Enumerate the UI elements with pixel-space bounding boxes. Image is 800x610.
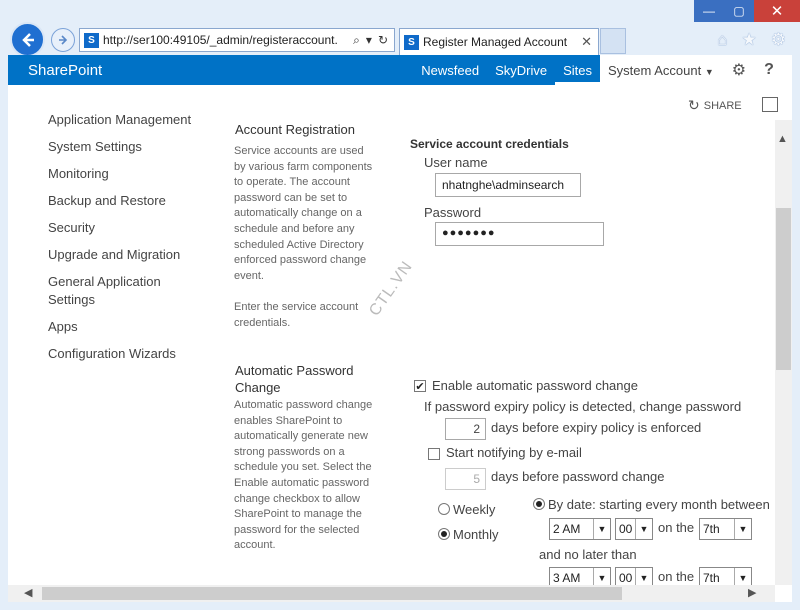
chevron-down-icon: ▼: [635, 519, 652, 539]
favorites-star-icon[interactable]: ★: [742, 30, 757, 50]
forward-button[interactable]: [51, 28, 75, 52]
scroll-up-arrow-icon[interactable]: ▲: [777, 133, 788, 145]
password-label: Password: [424, 205, 482, 220]
account-registration-heading: Account Registration: [235, 122, 355, 137]
account-name: System Account: [608, 62, 702, 78]
nav-item-apps[interactable]: Apps: [48, 318, 208, 336]
notify-days-input[interactable]: 5: [445, 468, 486, 490]
automatic-password-change-description: Automatic password change enables ShareP…: [234, 399, 373, 552]
search-icon[interactable]: ⌕: [353, 33, 360, 48]
password-input[interactable]: ●●●●●●●: [435, 222, 604, 246]
share-button[interactable]: ↻ SHARE: [688, 97, 742, 114]
days-before-expiry-text: days before expiry policy is enforced: [491, 420, 702, 435]
service-account-credentials-title: Service account credentials: [410, 137, 569, 151]
account-menu[interactable]: System Account ▼: [608, 63, 714, 78]
username-input[interactable]: nhatnghe\adminsearch: [435, 173, 581, 197]
chevron-down-icon: ▼: [593, 519, 610, 539]
weekly-label: Weekly: [453, 502, 496, 517]
by-date-label: By date: starting every month between: [548, 497, 770, 512]
monthly-radio[interactable]: [438, 528, 450, 540]
browser-toolbar: ⌂ ★ ⚙: [717, 30, 786, 50]
settings-gear-icon[interactable]: ⚙: [771, 30, 786, 50]
start-day-select[interactable]: 7th ▼: [699, 518, 752, 540]
suite-bar: SharePoint Newsfeed SkyDrive Sites Syste…: [8, 55, 793, 85]
notify-email-checkbox[interactable]: [428, 448, 440, 460]
start-minute-select[interactable]: 00 ▼: [615, 518, 653, 540]
expiry-policy-text: If password expiry policy is detected, c…: [424, 399, 742, 414]
window-frame-bottom: [0, 602, 800, 610]
tab-favicon-icon: S: [404, 34, 419, 50]
window-frame-right: [792, 55, 800, 610]
days-before-expiry-input[interactable]: 2: [445, 418, 486, 440]
window-controls: — ▢ ✕: [694, 0, 800, 22]
nav-item-upgrade-migration[interactable]: Upgrade and Migration: [48, 246, 208, 264]
window-frame-left: [0, 55, 8, 610]
scroll-left-arrow-icon[interactable]: ◀: [24, 586, 32, 599]
suite-link-newsfeed[interactable]: Newsfeed: [413, 55, 487, 85]
home-icon[interactable]: ⌂: [717, 30, 727, 50]
vertical-scroll-thumb[interactable]: [776, 208, 791, 370]
settings-icon[interactable]: ⚙: [732, 60, 746, 80]
suite-link-sites[interactable]: Sites: [555, 55, 600, 85]
end-hour-value: 3 AM: [553, 571, 581, 585]
end-minute-value: 00: [619, 571, 633, 585]
nav-item-backup-restore[interactable]: Backup and Restore: [48, 192, 208, 210]
back-button[interactable]: [10, 22, 45, 57]
share-icon: ↻: [688, 97, 700, 113]
share-label: SHARE: [703, 99, 742, 112]
start-minute-value: 00: [619, 522, 633, 536]
back-arrow-icon: [21, 32, 34, 47]
by-date-radio[interactable]: [533, 498, 545, 510]
weekly-radio[interactable]: [438, 503, 450, 515]
nav-item-security[interactable]: Security: [48, 219, 208, 237]
tab-title: Register Managed Account: [423, 35, 568, 49]
start-hour-select[interactable]: 2 AM ▼: [549, 518, 611, 540]
start-day-value: 7th: [703, 522, 720, 536]
new-tab-button[interactable]: [600, 28, 626, 54]
maximize-icon[interactable]: ▢: [724, 0, 754, 22]
minimize-icon[interactable]: —: [694, 0, 724, 22]
chevron-down-icon: ▼: [704, 66, 714, 77]
left-navigation: Application Management System Settings M…: [48, 111, 208, 372]
start-hour-value: 2 AM: [553, 522, 581, 536]
forward-arrow-icon: [59, 35, 68, 45]
close-window-icon[interactable]: ✕: [754, 0, 800, 22]
browser-tab[interactable]: S Register Managed Account ✕: [399, 28, 599, 55]
on-the-label: on the: [658, 520, 695, 535]
sharepoint-favicon-icon: S: [84, 32, 99, 48]
help-icon[interactable]: ?: [764, 61, 774, 79]
address-bar[interactable]: S http://ser100:49105/_admin/registeracc…: [79, 28, 395, 52]
notify-days-text: days before password change: [491, 469, 665, 484]
focus-on-content-icon[interactable]: [762, 97, 778, 112]
dropdown-icon[interactable]: ▾: [366, 33, 372, 48]
chevron-down-icon: ▼: [734, 519, 751, 539]
on-the-label-2: on the: [658, 569, 695, 584]
nav-item-application-management[interactable]: Application Management: [48, 111, 208, 129]
monthly-label: Monthly: [453, 527, 499, 542]
nav-item-monitoring[interactable]: Monitoring: [48, 165, 208, 183]
scroll-right-arrow-icon[interactable]: ▶: [748, 586, 756, 599]
credentials-description: Enter the service account credentials.: [234, 301, 359, 329]
automatic-password-change-heading: Automatic Password Change: [235, 363, 354, 395]
suite-link-skydrive[interactable]: SkyDrive: [487, 55, 555, 85]
brand-title[interactable]: SharePoint: [28, 62, 102, 79]
nav-item-configuration-wizards[interactable]: Configuration Wizards: [48, 345, 208, 363]
refresh-icon[interactable]: ↻: [378, 33, 388, 48]
no-later-than-label: and no later than: [539, 547, 637, 562]
address-text[interactable]: http://ser100:49105/_admin/registeraccou…: [103, 33, 353, 47]
nav-item-general-application-settings[interactable]: General Application Settings: [48, 273, 208, 309]
end-day-value: 7th: [703, 571, 720, 585]
horizontal-scroll-thumb[interactable]: [42, 587, 622, 600]
username-label: User name: [424, 155, 488, 170]
notify-email-label: Start notifying by e-mail: [446, 445, 582, 460]
enable-auto-change-checkbox[interactable]: ✔: [414, 380, 426, 393]
account-registration-description: Service accounts are used by various far…: [234, 145, 373, 282]
enable-auto-change-label: Enable automatic password change: [432, 378, 638, 393]
nav-item-system-settings[interactable]: System Settings: [48, 138, 208, 156]
close-tab-icon[interactable]: ✕: [581, 34, 592, 50]
